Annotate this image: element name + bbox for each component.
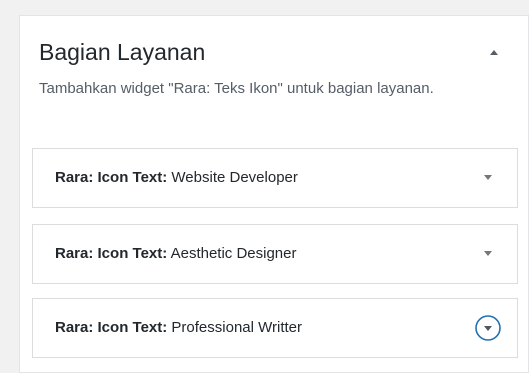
widget-name: Professional Writter [171,319,303,336]
widget-expand-toggle[interactable] [479,169,497,187]
section-collapse-toggle[interactable] [484,42,504,62]
section-title: Bagian Layanan [39,39,206,65]
widget-expand-toggle[interactable] [479,245,497,263]
widget-aesthetic-designer[interactable]: Rara: Icon Text: Aesthetic Designer [32,224,518,284]
circle-triangle-down-icon [475,315,501,341]
triangle-down-icon [484,175,492,180]
widget-name: Aesthetic Designer [170,245,297,262]
widget-title: Rara: Icon Text: Professional Writter [55,299,302,357]
widget-title: Rara: Icon Text: Website Developer [55,149,298,207]
services-section-panel: Bagian Layanan Tambahkan widget "Rara: T… [19,15,529,373]
section-description: Tambahkan widget "Rara: Teks Ikon" untuk… [39,80,434,97]
section-header: Bagian Layanan [39,36,508,68]
triangle-down-icon [484,251,492,256]
widget-professional-writter[interactable]: Rara: Icon Text: Professional Writter [32,298,518,358]
widget-type-label: Rara: Icon Text: [55,169,168,186]
widget-title: Rara: Icon Text: Aesthetic Designer [55,225,297,283]
widget-website-developer[interactable]: Rara: Icon Text: Website Developer [32,148,518,208]
triangle-up-icon [490,50,498,55]
widget-type-label: Rara: Icon Text: [55,319,168,336]
widget-type-label: Rara: Icon Text: [55,245,168,262]
widget-name: Website Developer [171,169,298,186]
widget-expand-toggle[interactable] [473,313,503,343]
